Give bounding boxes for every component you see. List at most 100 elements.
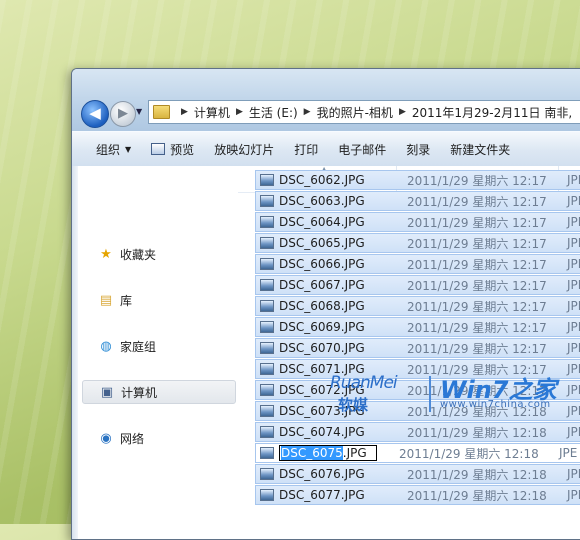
address-bar[interactable]: ▶ 计算机 ▶ 生活 (E:) ▶ 我的照片-相机 ▶ 2011年1月29-2月… xyxy=(148,100,580,124)
file-date: 2011/1/29 星期六 12:17 xyxy=(407,173,547,188)
file-name: DSC_6066.JPG xyxy=(279,257,365,271)
image-file-icon xyxy=(260,342,274,354)
slideshow-button[interactable]: 放映幻灯片 xyxy=(204,141,284,158)
recent-pages-dropdown-icon[interactable]: ▼ xyxy=(136,107,142,116)
file-row[interactable]: DSC_6071.JPG 2011/1/29 星期六 12:17 JPE xyxy=(255,359,580,379)
file-type: JPE xyxy=(567,341,580,355)
file-type: JPE xyxy=(567,194,580,208)
print-button[interactable]: 打印 xyxy=(284,141,328,158)
sidebar-item-label: 家庭组 xyxy=(120,339,157,354)
file-date: 2011/1/29 星期六 12:17 xyxy=(407,320,547,335)
organize-button[interactable]: 组织 ▼ xyxy=(72,141,141,158)
print-label: 打印 xyxy=(294,142,319,157)
navigation-pane: ★ 收藏夹 ▤ 库 ◍ 家庭组 ▣ 计算机 ◉ 网络 xyxy=(72,166,239,539)
new-folder-label: 新建文件夹 xyxy=(450,142,511,157)
file-row[interactable]: DSC_6076.JPG 2011/1/29 星期六 12:18 JPE xyxy=(255,464,580,484)
image-file-icon xyxy=(260,300,274,312)
image-file-icon xyxy=(260,174,274,186)
file-date: 2011/1/29 星期六 12:17 xyxy=(407,278,547,293)
sidebar-item-label: 库 xyxy=(120,293,133,308)
file-name: DSC_6063.JPG xyxy=(279,194,365,208)
image-file-icon xyxy=(260,447,274,459)
file-row[interactable]: DSC_6065.JPG 2011/1/29 星期六 12:17 JPE xyxy=(255,233,580,253)
chevron-right-icon[interactable]: ▶ xyxy=(399,107,406,117)
file-type: JPE xyxy=(567,299,580,313)
file-row[interactable]: DSC_6067.JPG 2011/1/29 星期六 12:17 JPE xyxy=(255,275,580,295)
sidebar-item-label: 收藏夹 xyxy=(120,247,157,262)
file-name: DSC_6072.JPG xyxy=(279,383,365,397)
file-row[interactable]: DSC_6064.JPG 2011/1/29 星期六 12:17 JPE xyxy=(255,212,580,232)
email-label: 电子邮件 xyxy=(338,142,387,157)
file-row[interactable]: DSC_6062.JPG 2011/1/29 星期六 12:17 JPE xyxy=(255,170,580,190)
file-type: JPE xyxy=(567,362,580,376)
file-type: JPE xyxy=(567,236,580,250)
email-button[interactable]: 电子邮件 xyxy=(328,141,396,158)
file-name: DSC_6073.JPG xyxy=(279,404,365,418)
file-row[interactable]: DSC_6068.JPG 2011/1/29 星期六 12:17 JPE xyxy=(255,296,580,316)
back-button[interactable]: ◀ xyxy=(81,100,109,128)
chevron-right-icon[interactable]: ▶ xyxy=(236,107,243,117)
file-row[interactable]: DSC_6073.JPG 2011/1/29 星期六 12:18 JPE xyxy=(255,401,580,421)
file-name: DSC_6069.JPG xyxy=(279,320,365,334)
file-name: DSC_6068.JPG xyxy=(279,299,365,313)
library-icon: ▤ xyxy=(99,292,113,308)
burn-label: 刻录 xyxy=(406,142,431,157)
sidebar-item-computer[interactable]: ▣ 计算机 xyxy=(82,380,236,404)
file-name: DSC_6067.JPG xyxy=(279,278,365,292)
preview-label: 预览 xyxy=(170,142,195,157)
file-type: JPE xyxy=(567,278,580,292)
file-row[interactable]: DSC_6075 .JPG 2011/1/29 星期六 12:18 JPE xyxy=(255,443,580,463)
rename-input[interactable]: DSC_6075 .JPG xyxy=(279,445,377,461)
sidebar-item-favorites[interactable]: ★ 收藏夹 xyxy=(82,242,236,266)
chevron-right-icon[interactable]: ▶ xyxy=(304,107,311,117)
file-type: JPE xyxy=(567,383,580,397)
back-arrow-icon: ◀ xyxy=(89,104,101,122)
file-row[interactable]: DSC_6063.JPG 2011/1/29 星期六 12:17 JPE xyxy=(255,191,580,211)
breadcrumb-drive[interactable]: 生活 (E:) xyxy=(249,104,298,121)
breadcrumb-current-folder[interactable]: 2011年1月29-2月11日 南非, xyxy=(412,104,572,121)
burn-button[interactable]: 刻录 xyxy=(396,141,440,158)
forward-arrow-icon: ▶ xyxy=(118,106,128,121)
sidebar-item-homegroup[interactable]: ◍ 家庭组 xyxy=(82,334,236,358)
forward-button[interactable]: ▶ xyxy=(110,101,136,127)
sidebar-item-libraries[interactable]: ▤ 库 xyxy=(82,288,236,312)
new-folder-button[interactable]: 新建文件夹 xyxy=(440,141,520,158)
file-date: 2011/1/29 星期六 12:18 xyxy=(399,446,539,461)
file-row[interactable]: DSC_6072.JPG 2011/1/29 星期六 12:17 JPE xyxy=(255,380,580,400)
file-date: 2011/1/29 星期六 12:17 xyxy=(407,257,547,272)
file-date: 2011/1/29 星期六 12:17 xyxy=(407,194,547,209)
command-bar: 组织 ▼ 预览 放映幻灯片 打印 电子邮件 刻录 新建文件夹 xyxy=(72,131,580,167)
explorer-window: ◀ ▶ ▼ ▶ 计算机 ▶ 生活 (E:) ▶ 我的照片-相机 ▶ 2011年1… xyxy=(71,68,580,540)
sidebar-item-network[interactable]: ◉ 网络 xyxy=(82,426,236,450)
image-file-icon xyxy=(260,384,274,396)
breadcrumb-photos[interactable]: 我的照片-相机 xyxy=(317,104,393,121)
file-type: JPE xyxy=(567,488,580,502)
file-type: JPE xyxy=(567,425,580,439)
file-row[interactable]: DSC_6066.JPG 2011/1/29 星期六 12:17 JPE xyxy=(255,254,580,274)
image-file-icon xyxy=(260,258,274,270)
file-type: JPE xyxy=(567,257,580,271)
image-file-icon xyxy=(260,279,274,291)
rename-selected-text: DSC_6075 xyxy=(281,446,343,460)
file-date: 2011/1/29 星期六 12:18 xyxy=(407,488,547,503)
nav-pane-scrollbar[interactable] xyxy=(72,166,78,539)
file-date: 2011/1/29 星期六 12:17 xyxy=(407,236,547,251)
preview-button[interactable]: 预览 xyxy=(141,141,204,158)
file-row[interactable]: DSC_6077.JPG 2011/1/29 星期六 12:18 JPE xyxy=(255,485,580,505)
file-date: 2011/1/29 星期六 12:17 xyxy=(407,299,547,314)
breadcrumb-computer[interactable]: 计算机 xyxy=(194,104,230,121)
file-type: JPE xyxy=(559,446,578,460)
file-list: ▲ 名称 日期 类型 DSC_6062.JPG2011/1/29 星期六 12:… xyxy=(238,165,580,539)
file-row[interactable]: DSC_6070.JPG 2011/1/29 星期六 12:17 JPE xyxy=(255,338,580,358)
file-date: 2011/1/29 星期六 12:17 xyxy=(407,362,547,377)
file-name: DSC_6064.JPG xyxy=(279,215,365,229)
title-bar: ◀ ▶ ▼ ▶ 计算机 ▶ 生活 (E:) ▶ 我的照片-相机 ▶ 2011年1… xyxy=(72,69,580,131)
chevron-right-icon[interactable]: ▶ xyxy=(181,107,188,117)
file-type: JPE xyxy=(567,404,580,418)
file-row[interactable]: DSC_6069.JPG 2011/1/29 星期六 12:17 JPE xyxy=(255,317,580,337)
file-name: DSC_6074.JPG xyxy=(279,425,365,439)
folder-icon xyxy=(153,105,170,119)
file-name: DSC_6065.JPG xyxy=(279,236,365,250)
file-row[interactable]: DSC_6074.JPG 2011/1/29 星期六 12:18 JPE xyxy=(255,422,580,442)
file-name: DSC_6077.JPG xyxy=(279,488,365,502)
